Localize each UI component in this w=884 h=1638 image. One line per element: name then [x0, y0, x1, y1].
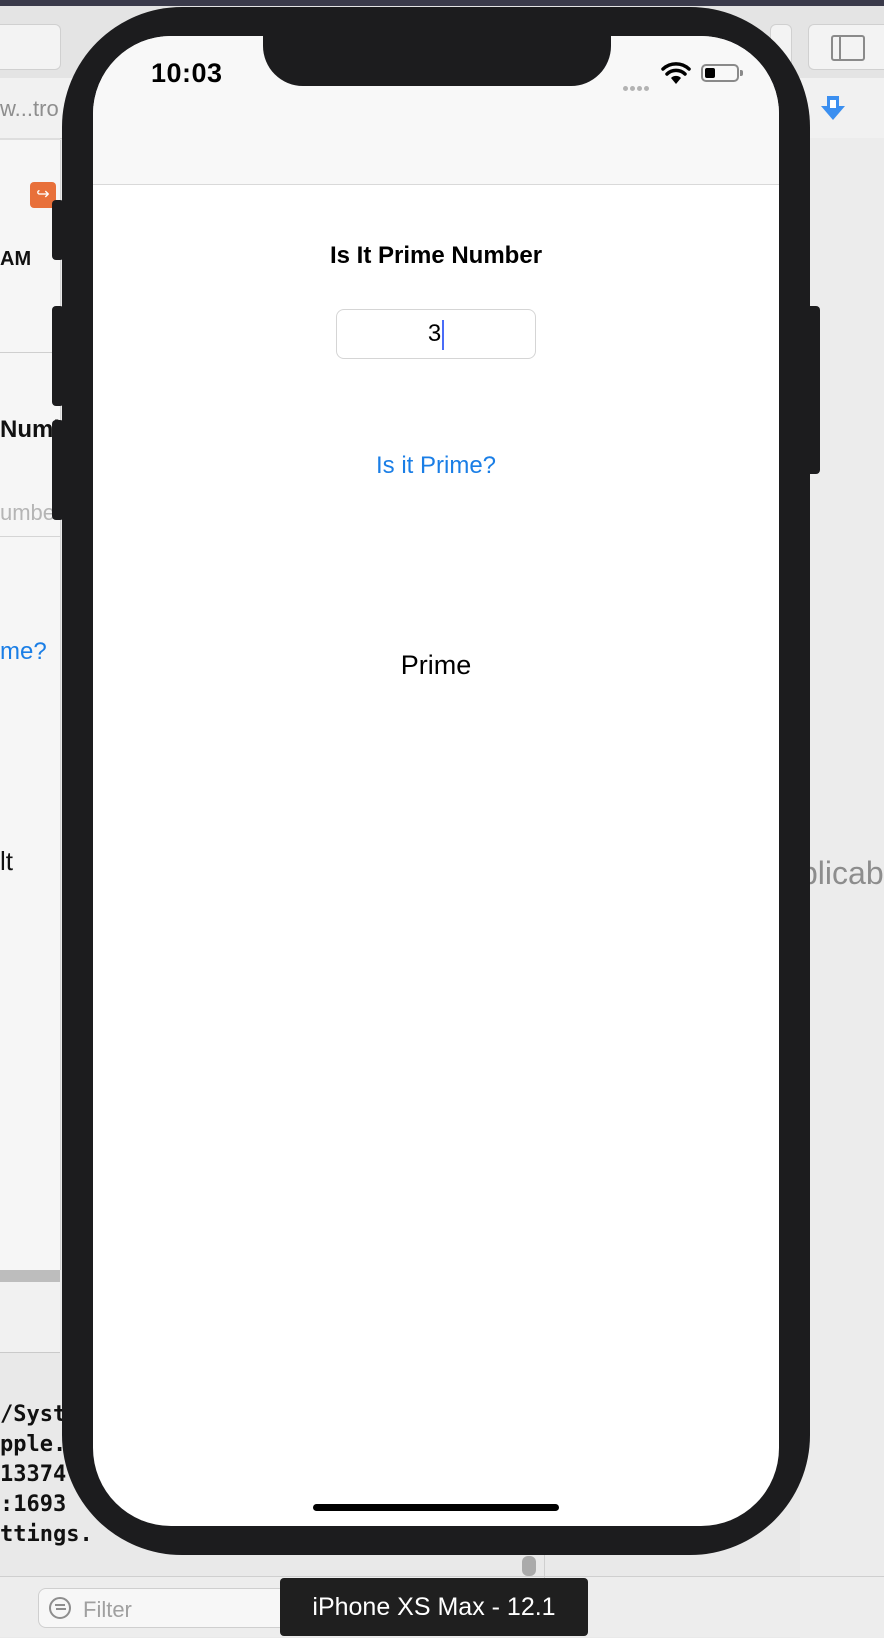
- canvas-title-fragment: Numl: [0, 416, 60, 443]
- battery-icon: [701, 64, 743, 82]
- console-scroll-thumb[interactable]: [522, 1556, 536, 1576]
- horizontal-scrollbar[interactable]: [0, 1270, 60, 1282]
- divider: [0, 352, 60, 353]
- is-it-prime-button[interactable]: Is it Prime?: [93, 452, 779, 480]
- text-caret: [442, 319, 445, 350]
- filter-placeholder: Filter: [83, 1597, 132, 1622]
- canvas-result-fragment: lt: [0, 846, 13, 876]
- number-input[interactable]: 3: [336, 309, 536, 359]
- sidebar-toggle-icon[interactable]: [831, 35, 865, 61]
- number-input-value: 3: [427, 320, 442, 347]
- canvas-placeholder-fragment: umbe: [0, 500, 56, 525]
- panel-toggle-button[interactable]: [808, 24, 884, 70]
- wifi-icon: [661, 62, 691, 84]
- simulator-device-label: iPhone XS Max - 12.1: [280, 1578, 588, 1636]
- filter-icon: [49, 1597, 71, 1619]
- divider: [0, 536, 60, 537]
- notch: [263, 36, 611, 86]
- device-screen: 10:03 Is It Prime Number 3 Is it Prime? …: [93, 36, 779, 1526]
- console-line: ttings.: [0, 1522, 93, 1547]
- debug-bar: [0, 1282, 60, 1353]
- attributes-inspector-icon[interactable]: [817, 92, 849, 124]
- page-title: Is It Prime Number: [329, 242, 543, 269]
- console-filter-field[interactable]: Filter: [38, 1588, 290, 1628]
- canvas-time-fragment: AM: [0, 248, 32, 270]
- home-indicator[interactable]: [313, 1504, 559, 1511]
- result-label: Prime: [400, 650, 472, 680]
- jump-bar-path[interactable]: w...tro: [0, 96, 59, 122]
- scheme-button[interactable]: [0, 24, 61, 70]
- canvas-button-fragment[interactable]: me?: [0, 638, 47, 666]
- status-time: 10:03: [151, 58, 223, 88]
- inspector-text-fragment: plicab: [800, 855, 884, 891]
- cellular-signal-icon: [623, 78, 655, 91]
